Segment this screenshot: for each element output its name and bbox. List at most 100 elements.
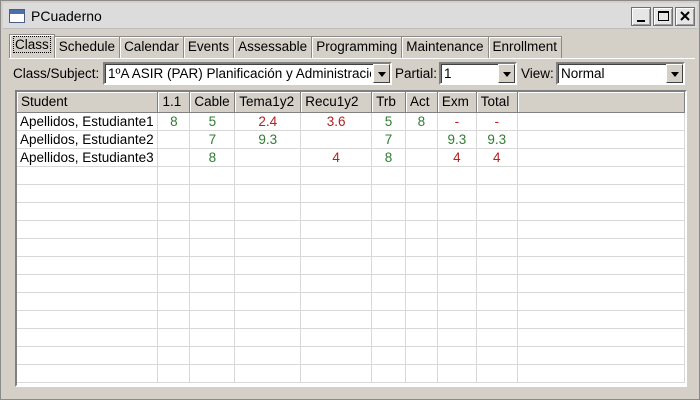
empty-cell[interactable] xyxy=(476,274,518,293)
empty-cell[interactable] xyxy=(476,364,518,383)
empty-cell[interactable] xyxy=(157,274,191,293)
empty-row[interactable] xyxy=(17,346,685,365)
empty-cell[interactable] xyxy=(157,238,191,257)
grade-cell[interactable]: 8 xyxy=(371,148,406,167)
empty-cell[interactable] xyxy=(405,256,438,275)
empty-cell[interactable] xyxy=(371,346,406,365)
grade-cell[interactable]: 3.6 xyxy=(300,112,373,131)
empty-cell[interactable] xyxy=(234,220,302,239)
empty-cell[interactable] xyxy=(17,292,159,311)
empty-cell[interactable] xyxy=(405,220,438,239)
empty-row[interactable] xyxy=(17,328,685,347)
column-header-tema1y2[interactable]: Tema1y2 xyxy=(234,92,302,113)
column-header-act[interactable]: Act xyxy=(405,92,438,113)
empty-cell[interactable] xyxy=(234,256,302,275)
empty-cell[interactable] xyxy=(476,166,518,185)
empty-cell[interactable] xyxy=(234,238,302,257)
empty-cell[interactable] xyxy=(437,220,477,239)
empty-cell[interactable] xyxy=(437,166,477,185)
empty-cell[interactable] xyxy=(234,346,302,365)
empty-cell[interactable] xyxy=(405,364,438,383)
empty-cell[interactable] xyxy=(189,238,236,257)
empty-cell[interactable] xyxy=(405,346,438,365)
empty-cell[interactable] xyxy=(437,364,477,383)
empty-cell[interactable] xyxy=(157,202,191,221)
empty-cell[interactable] xyxy=(17,256,159,275)
student-name-cell[interactable]: Apellidos, Estudiante3 xyxy=(17,148,159,167)
empty-cell[interactable] xyxy=(234,274,302,293)
empty-cell[interactable] xyxy=(189,346,236,365)
empty-row[interactable] xyxy=(17,166,685,185)
empty-cell[interactable] xyxy=(476,328,518,347)
empty-cell[interactable] xyxy=(405,310,438,329)
empty-cell[interactable] xyxy=(300,220,373,239)
empty-cell[interactable] xyxy=(157,184,191,203)
empty-cell[interactable] xyxy=(17,166,159,185)
column-header-1-1[interactable]: 1.1 xyxy=(157,92,191,113)
empty-cell[interactable] xyxy=(476,346,518,365)
grade-cell[interactable]: 7 xyxy=(189,130,236,149)
column-header-trb[interactable]: Trb xyxy=(371,92,406,113)
empty-cell[interactable] xyxy=(300,310,373,329)
empty-cell[interactable] xyxy=(189,166,236,185)
empty-cell[interactable] xyxy=(371,274,406,293)
tab-assessable[interactable]: Assessable xyxy=(233,36,313,58)
empty-cell[interactable] xyxy=(300,328,373,347)
tab-class[interactable]: Class xyxy=(9,34,55,58)
chevron-down-icon[interactable] xyxy=(666,64,683,83)
empty-cell[interactable] xyxy=(300,238,373,257)
empty-cell[interactable] xyxy=(17,346,159,365)
empty-cell[interactable] xyxy=(189,328,236,347)
empty-cell[interactable] xyxy=(437,310,477,329)
empty-row[interactable] xyxy=(17,256,685,275)
empty-cell[interactable] xyxy=(189,202,236,221)
column-header-student[interactable]: Student xyxy=(17,92,159,113)
empty-cell[interactable] xyxy=(17,328,159,347)
empty-cell[interactable] xyxy=(300,346,373,365)
empty-cell[interactable] xyxy=(189,184,236,203)
empty-cell[interactable] xyxy=(189,310,236,329)
empty-cell[interactable] xyxy=(405,328,438,347)
grade-cell[interactable]: 8 xyxy=(405,112,438,131)
tab-programming[interactable]: Programming xyxy=(311,36,403,58)
empty-cell[interactable] xyxy=(405,238,438,257)
column-header-cable[interactable]: Cable xyxy=(189,92,236,113)
empty-cell[interactable] xyxy=(189,274,236,293)
empty-cell[interactable] xyxy=(17,184,159,203)
empty-row[interactable] xyxy=(17,202,685,221)
chevron-down-icon[interactable] xyxy=(498,64,515,83)
column-header-exm[interactable]: Exm xyxy=(437,92,477,113)
empty-cell[interactable] xyxy=(157,256,191,275)
grade-cell[interactable]: 5 xyxy=(189,112,236,131)
empty-cell[interactable] xyxy=(234,364,302,383)
empty-cell[interactable] xyxy=(157,166,191,185)
column-header-recu1y2[interactable]: Recu1y2 xyxy=(300,92,373,113)
grade-cell[interactable]: 7 xyxy=(371,130,406,149)
tab-maintenance[interactable]: Maintenance xyxy=(401,36,489,58)
empty-cell[interactable] xyxy=(17,220,159,239)
empty-cell[interactable] xyxy=(17,202,159,221)
column-header-total[interactable]: Total xyxy=(476,92,518,113)
empty-cell[interactable] xyxy=(157,292,191,311)
tab-calendar[interactable]: Calendar xyxy=(119,36,184,58)
empty-cell[interactable] xyxy=(17,310,159,329)
grade-cell[interactable]: 8 xyxy=(189,148,236,167)
subject-select[interactable]: 1ºA ASIR (PAR) Planificación y Administr… xyxy=(103,62,392,85)
grade-cell[interactable]: - xyxy=(437,112,477,131)
empty-cell[interactable] xyxy=(234,310,302,329)
empty-cell[interactable] xyxy=(234,202,302,221)
empty-cell[interactable] xyxy=(157,346,191,365)
empty-cell[interactable] xyxy=(437,292,477,311)
grades-grid[interactable]: Student 1.1 Cable Tema1y2 Recu1y2 Trb Ac… xyxy=(15,90,687,387)
empty-cell[interactable] xyxy=(405,184,438,203)
close-button[interactable] xyxy=(675,7,695,26)
table-row[interactable]: Apellidos, Estudiante3 8 4 8 4 4 xyxy=(17,148,685,167)
empty-cell[interactable] xyxy=(157,310,191,329)
grade-cell[interactable] xyxy=(157,130,191,149)
empty-cell[interactable] xyxy=(371,364,406,383)
empty-cell[interactable] xyxy=(476,238,518,257)
empty-row[interactable] xyxy=(17,364,685,383)
grade-cell[interactable]: - xyxy=(476,112,518,131)
empty-cell[interactable] xyxy=(17,238,159,257)
empty-cell[interactable] xyxy=(476,292,518,311)
